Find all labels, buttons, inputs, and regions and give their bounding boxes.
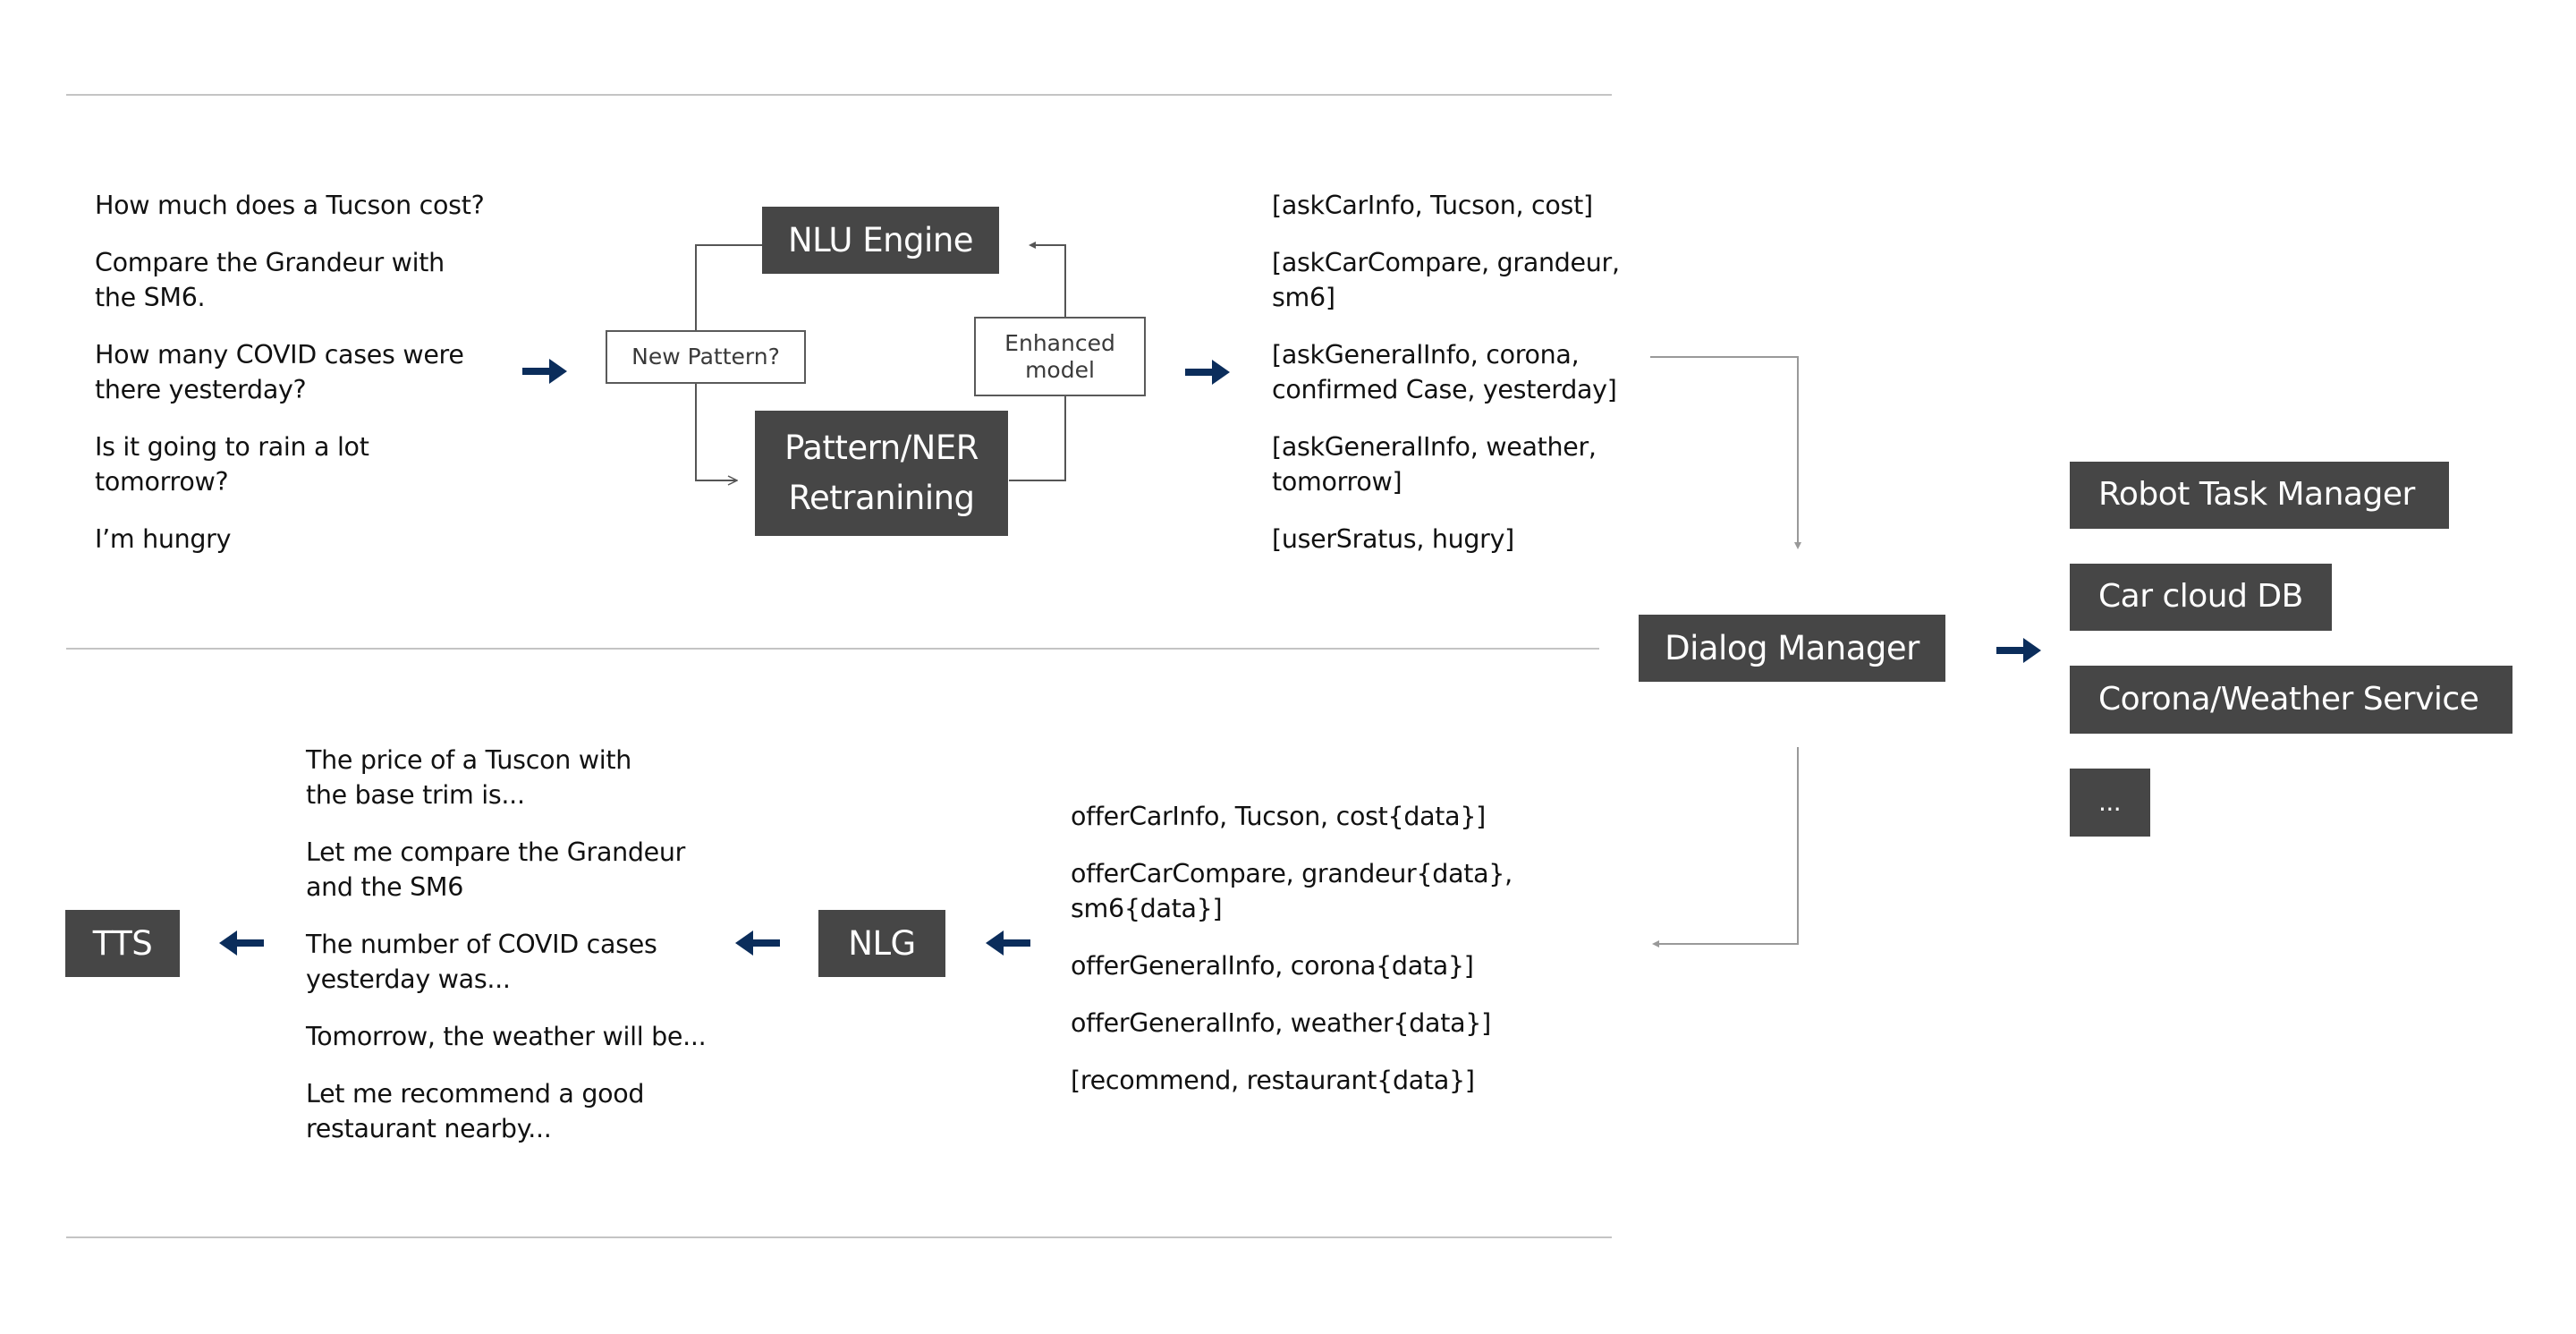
connector-intents-to-dialog-manager	[1650, 356, 1801, 549]
middle-divider	[66, 648, 1599, 650]
connector-nlu-to-new-pattern	[695, 244, 762, 330]
service-corona-weather[interactable]: Corona/Weather Service	[2070, 666, 2512, 734]
offer-item: offerCarCompare, grandeur{data}, sm6{dat…	[1071, 859, 1513, 923]
intent-item: [askGeneralInfo, weather, tomorrow]	[1272, 432, 1597, 497]
intent-item: [userSratus, hugry]	[1272, 524, 1514, 554]
intent-item: [askCarInfo, Tucson, cost]	[1272, 191, 1593, 220]
response-item: Let me recommend a good restaurant nearb…	[306, 1079, 645, 1143]
offer-item: offerCarInfo, Tucson, cost{data}]	[1071, 802, 1486, 831]
arrow-right-icon	[1996, 638, 2041, 663]
dialog-manager-box[interactable]: Dialog Manager	[1639, 615, 1945, 682]
offer-item: offerGeneralInfo, weather{data}]	[1071, 1008, 1491, 1038]
offer-list: offerCarInfo, Tucson, cost{data}] offerC…	[1071, 799, 1536, 1120]
service-car-cloud-db[interactable]: Car cloud DB	[2070, 564, 2332, 631]
user-utterance: I’m hungry	[95, 524, 232, 554]
arrow-right-icon	[1185, 360, 1230, 385]
response-list: The price of a Tuscon with the base trim…	[306, 743, 717, 1168]
enhanced-model-label: Enhanced model	[1004, 329, 1115, 383]
arrow-left-icon	[735, 930, 780, 956]
arrow-left-icon	[986, 930, 1030, 956]
offer-item: [recommend, restaurant{data}]	[1071, 1066, 1475, 1095]
connector-dialog-manager-to-offers	[1652, 747, 1799, 947]
connector-enhanced-to-nlu	[1029, 242, 1066, 317]
user-utterance: How much does a Tucson cost?	[95, 191, 485, 220]
pattern-ner-retraining-box[interactable]: Pattern/NER Retranining	[755, 411, 1008, 536]
user-utterance: Is it going to rain a lot tomorrow?	[95, 432, 369, 497]
response-item: Let me compare the Grandeur and the SM6	[306, 837, 686, 902]
offer-item: offerGeneralInfo, corona{data}]	[1071, 951, 1474, 981]
connector-new-pattern-to-retraining	[695, 384, 737, 480]
arrow-right-icon	[522, 359, 567, 384]
user-utterance: How many COVID cases were there yesterda…	[95, 340, 464, 404]
pattern-ner-retraining-label: Pattern/NER Retranining	[784, 429, 979, 517]
service-more[interactable]: ...	[2070, 769, 2150, 837]
response-item: The number of COVID cases yesterday was.…	[306, 930, 657, 994]
response-item: The price of a Tuscon with the base trim…	[306, 745, 631, 810]
intent-item: [askCarCompare, grandeur, sm6]	[1272, 248, 1620, 312]
user-utterance: Compare the Grandeur with the SM6.	[95, 248, 445, 312]
enhanced-model-box[interactable]: Enhanced model	[974, 317, 1146, 396]
response-item: Tomorrow, the weather will be...	[306, 1022, 707, 1051]
connector-retraining-to-enhanced	[1009, 396, 1066, 481]
top-divider	[66, 94, 1612, 96]
arrow-left-icon	[219, 930, 264, 956]
service-robot-task-manager[interactable]: Robot Task Manager	[2070, 462, 2449, 529]
nlg-box[interactable]: NLG	[818, 910, 945, 977]
nlu-engine-box[interactable]: NLU Engine	[762, 207, 999, 274]
user-utterance-list: How much does a Tucson cost? Compare the…	[95, 188, 524, 579]
tts-box[interactable]: TTS	[65, 910, 180, 977]
new-pattern-box[interactable]: New Pattern?	[606, 330, 806, 384]
intent-item: [askGeneralInfo, corona, confirmed Case,…	[1272, 340, 1617, 404]
bottom-divider	[66, 1236, 1612, 1238]
intent-list: [askCarInfo, Tucson, cost] [askCarCompar…	[1272, 188, 1630, 579]
